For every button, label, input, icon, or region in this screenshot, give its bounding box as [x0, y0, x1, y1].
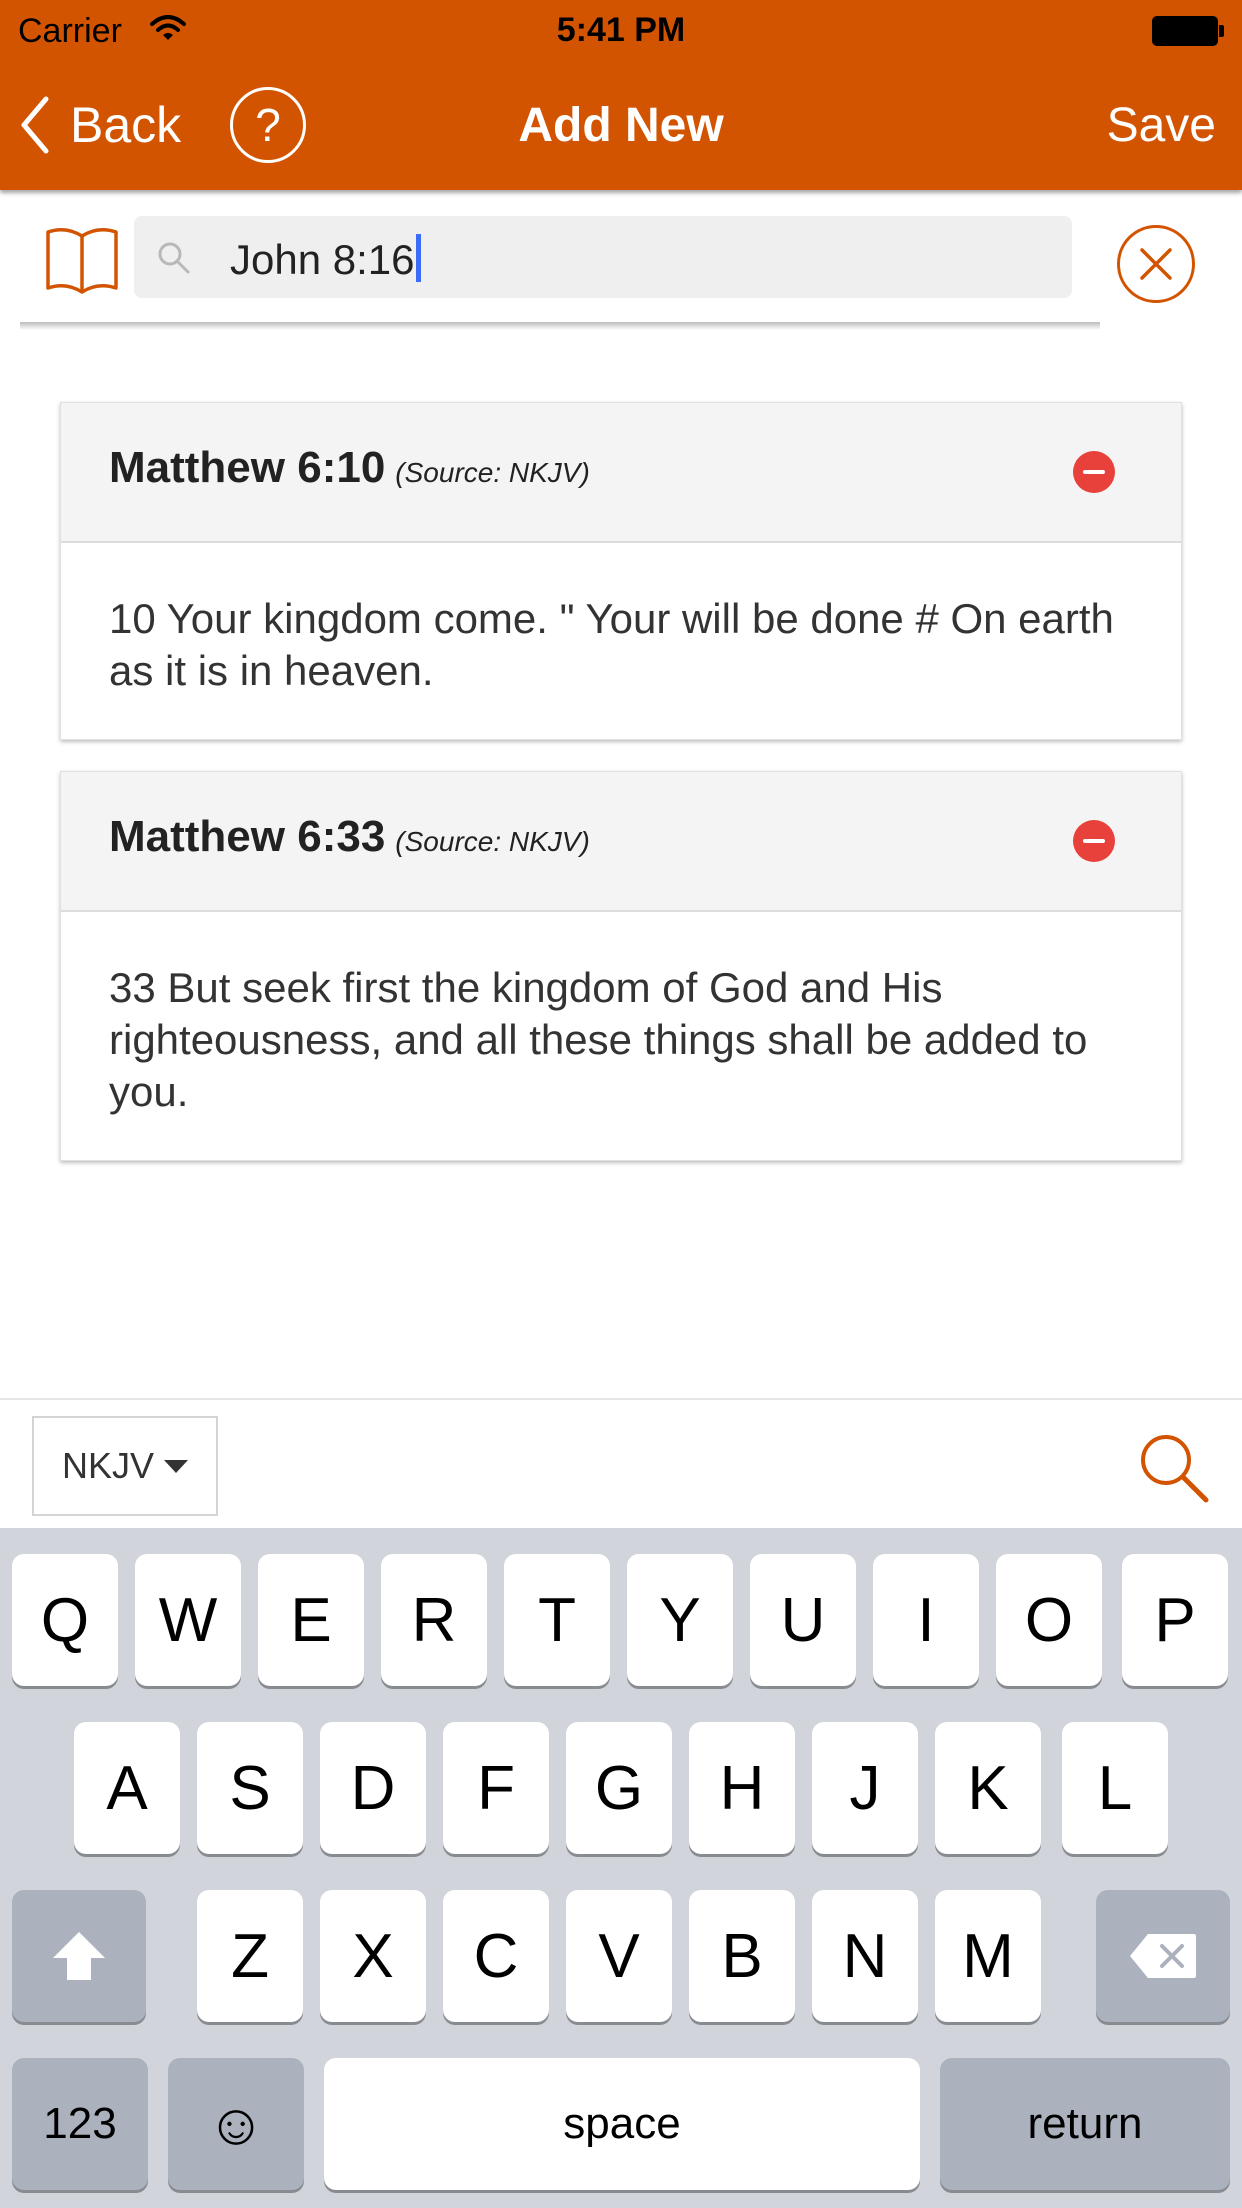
shift-key[interactable] — [12, 1890, 146, 2022]
return-key[interactable]: return — [940, 2058, 1230, 2190]
version-label: NKJV — [61, 1445, 155, 1486]
save-button[interactable]: Save — [1107, 98, 1216, 153]
key-i[interactable]: I — [873, 1554, 979, 1686]
key-m[interactable]: M — [935, 1890, 1041, 2022]
navigation-bar: Carrier 5:41 PM Back ? Add New Save — [0, 0, 1242, 190]
verse-text: 10 Your kingdom come. " Your will be don… — [109, 595, 1114, 694]
space-key[interactable]: space — [324, 2058, 920, 2190]
key-r[interactable]: R — [381, 1554, 487, 1686]
search-input[interactable]: John 8:16 — [134, 216, 1072, 298]
text-cursor — [415, 234, 421, 282]
key-y[interactable]: Y — [627, 1554, 733, 1686]
key-u[interactable]: U — [750, 1554, 856, 1686]
battery-icon — [1152, 16, 1224, 46]
search-icon — [158, 242, 190, 274]
key-g[interactable]: G — [566, 1722, 672, 1854]
search-query: John 8:16 — [230, 234, 421, 284]
status-bar: Carrier 5:41 PM — [0, 0, 1242, 60]
verse-reference-wrap: Matthew 6:10 (Source: NKJV) — [109, 443, 590, 493]
verse-reference: Matthew 6:10 — [109, 443, 386, 492]
caret-down-icon — [164, 1459, 189, 1473]
key-n[interactable]: N — [812, 1890, 918, 2022]
key-k[interactable]: K — [935, 1722, 1041, 1854]
key-t[interactable]: T — [504, 1554, 610, 1686]
verse-source: (Source: NKJV) — [395, 826, 590, 857]
clear-search-button[interactable] — [1117, 225, 1195, 303]
keyboard: Q W E R T Y U I O P A S D F G H J K L Z … — [0, 1528, 1242, 2208]
status-time: 5:41 PM — [556, 11, 686, 49]
verse-card: Matthew 6:10 (Source: NKJV) 10 Your kingd… — [60, 402, 1182, 740]
keyboard-accessory-bar: NKJV — [0, 1398, 1242, 1528]
search-icon[interactable] — [1136, 1430, 1212, 1506]
verse-source: (Source: NKJV) — [395, 457, 590, 488]
key-d[interactable]: D — [320, 1722, 426, 1854]
page-title: Add New — [518, 99, 724, 152]
key-a[interactable]: A — [74, 1722, 180, 1854]
verse-reference: Matthew 6:33 — [109, 812, 386, 861]
key-f[interactable]: F — [443, 1722, 549, 1854]
key-p[interactable]: P — [1122, 1554, 1228, 1686]
verse-card-header: Matthew 6:33 (Source: NKJV) — [61, 772, 1181, 912]
key-q[interactable]: Q — [12, 1554, 118, 1686]
numbers-key[interactable]: 123 — [12, 2058, 148, 2190]
key-o[interactable]: O — [996, 1554, 1102, 1686]
version-dropdown[interactable]: NKJV — [32, 1416, 218, 1516]
remove-verse-button[interactable] — [1073, 451, 1115, 493]
key-l[interactable]: L — [1062, 1722, 1168, 1854]
shift-icon — [53, 1932, 105, 1980]
key-c[interactable]: C — [443, 1890, 549, 2022]
key-j[interactable]: J — [812, 1722, 918, 1854]
delete-key[interactable] — [1096, 1890, 1230, 2022]
verse-card: Matthew 6:33 (Source: NKJV) 33 But seek f… — [60, 771, 1182, 1161]
key-b[interactable]: B — [689, 1890, 795, 2022]
key-s[interactable]: S — [197, 1722, 303, 1854]
key-h[interactable]: H — [689, 1722, 795, 1854]
key-w[interactable]: W — [135, 1554, 241, 1686]
close-icon — [1140, 248, 1172, 280]
remove-verse-button[interactable] — [1073, 820, 1115, 862]
key-e[interactable]: E — [258, 1554, 364, 1686]
key-v[interactable]: V — [566, 1890, 672, 2022]
backspace-icon — [1130, 1934, 1196, 1978]
book-icon[interactable] — [44, 224, 120, 301]
key-z[interactable]: Z — [197, 1890, 303, 2022]
key-x[interactable]: X — [320, 1890, 426, 2022]
emoji-key[interactable]: ☺ — [168, 2058, 304, 2190]
verse-card-header: Matthew 6:10 (Source: NKJV) — [61, 403, 1181, 543]
search-query-text: John 8:16 — [230, 236, 415, 283]
verse-reference-wrap: Matthew 6:33 (Source: NKJV) — [109, 812, 590, 862]
verse-text: 33 But seek first the kingdom of God and… — [109, 964, 1088, 1115]
